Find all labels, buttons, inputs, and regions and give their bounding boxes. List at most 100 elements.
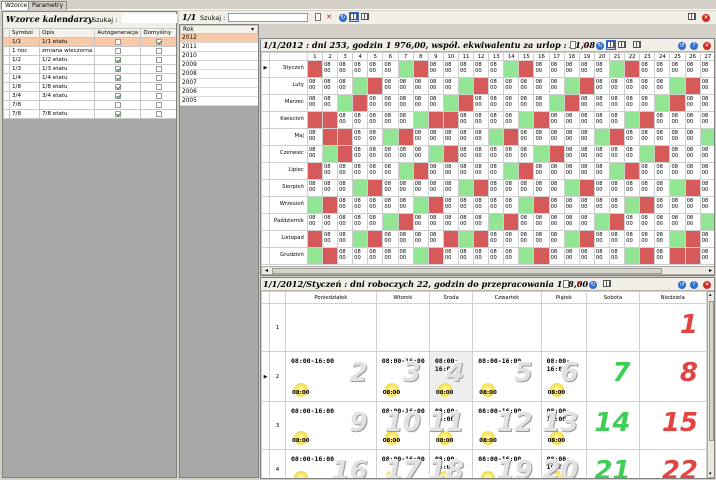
day-cell-saturday[interactable] <box>548 94 565 112</box>
yv-close-button[interactable]: ✕ <box>702 40 712 50</box>
day-cell-work[interactable]: 08 00 <box>654 60 671 78</box>
day-cell-work[interactable]: 08 00 <box>593 111 611 129</box>
day-cell-work[interactable]: 08 00 <box>624 128 641 146</box>
week-row[interactable]: 11 <box>261 303 707 352</box>
day-cell-saturday[interactable] <box>457 179 475 197</box>
year-item[interactable]: 2011 <box>180 43 258 52</box>
day-cell-work[interactable]: 08 00 <box>442 162 459 180</box>
day-cell-work[interactable]: 08 00 <box>367 196 384 214</box>
day-cell-sat[interactable]: 14 <box>586 401 640 450</box>
autogeneracja-checkbox[interactable] <box>114 65 121 72</box>
day-cell-work[interactable]: 08 00 <box>578 196 595 214</box>
day-cell-holiday[interactable] <box>412 162 429 180</box>
day-cell-work[interactable]: 08 00 <box>548 111 565 129</box>
day-cell-work[interactable]: 08 00 <box>382 145 399 163</box>
day-cell-work[interactable]: 08 00 <box>593 196 611 214</box>
month-row[interactable]: Lipiec 08 00 08 00 08 00 08 00 08 00 08 00 08 00 08 00 08… <box>261 162 714 180</box>
day-cell-work[interactable]: 08 00 <box>578 247 595 265</box>
domyslny-checkbox[interactable] <box>156 47 163 54</box>
autogeneracja-checkbox[interactable] <box>114 56 121 63</box>
day-cell-holiday[interactable] <box>669 94 686 112</box>
day-cell-saturday[interactable] <box>382 213 399 231</box>
day-cell-holiday[interactable] <box>321 247 339 265</box>
day-cell-saturday[interactable] <box>624 111 641 129</box>
day-cell-work[interactable]: 08 00 <box>306 128 323 146</box>
settings-button[interactable] <box>687 12 697 22</box>
day-cell-saturday[interactable] <box>533 145 550 163</box>
day-cell-work[interactable]: 08:00-16:00 08:00 10 <box>375 401 430 450</box>
day-cell-work[interactable]: 08 00 <box>533 162 550 180</box>
day-cell-work[interactable]: 08 00 <box>503 196 520 214</box>
day-cell-work[interactable]: 08 00 <box>442 247 459 265</box>
month-view-scrollbar[interactable]: ▴ ▾ <box>707 291 714 478</box>
day-cell-work[interactable]: 08 00 <box>321 94 339 112</box>
day-cell-holiday[interactable] <box>503 128 520 146</box>
day-cell-work[interactable]: 08 00 <box>548 230 565 248</box>
day-cell-work[interactable]: 08 00 <box>593 230 611 248</box>
template-row[interactable]: 1/1 1/1 etatu <box>3 37 176 47</box>
day-cell-saturday[interactable] <box>457 230 475 248</box>
day-cell-work[interactable]: 08 00 <box>397 179 414 197</box>
yv-refresh-button[interactable]: ↺ <box>677 40 687 50</box>
day-cell-saturday[interactable] <box>412 111 429 129</box>
day-cell-saturday[interactable] <box>352 77 369 95</box>
day-cell-saturday[interactable] <box>669 230 686 248</box>
day-cell-work[interactable]: 08 00 <box>397 94 414 112</box>
day-cell-work[interactable]: 08 00 <box>337 213 354 231</box>
day-cell-work[interactable]: 08:00-16:00 08:00 2 <box>285 351 377 402</box>
day-cell-work[interactable]: 08 00 <box>684 60 701 78</box>
domyslny-checkbox[interactable] <box>156 101 163 108</box>
day-cell-work[interactable]: 08 00 <box>488 60 505 78</box>
day-cell-work[interactable]: 08 00 <box>669 145 686 163</box>
day-cell-work[interactable]: 08 00 <box>548 196 565 214</box>
month-row[interactable]: Październik 08 00 08 00 08 00 08 00 08 00 08 00 08 00 0… <box>261 213 714 231</box>
day-cell-work[interactable]: 08 00 <box>337 60 354 78</box>
day-cell-holiday[interactable] <box>578 77 595 95</box>
day-cell-work[interactable]: 08 00 <box>306 213 323 231</box>
day-cell-work[interactable]: 08 00 <box>367 213 384 231</box>
day-cell-holiday[interactable] <box>563 94 580 112</box>
day-cell-work[interactable]: 08 00 <box>473 247 490 265</box>
year-item[interactable]: 2007 <box>180 79 258 88</box>
day-cell-work[interactable]: 08 00 <box>654 247 671 265</box>
day-cell-work[interactable]: 08 00 <box>382 179 399 197</box>
day-cell-holiday[interactable] <box>427 247 444 265</box>
day-cell-holiday[interactable] <box>624 60 641 78</box>
day-cell-sun[interactable]: 1 <box>638 303 707 352</box>
day-cell-work[interactable]: 08 00 <box>624 77 641 95</box>
day-cell-saturday[interactable] <box>321 145 339 163</box>
day-cell-holiday[interactable] <box>427 196 444 214</box>
day-cell-holiday[interactable] <box>321 128 339 146</box>
day-cell-work[interactable]: 08 00 <box>397 111 414 129</box>
day-cell-work[interactable]: 08 00 <box>533 213 550 231</box>
day-cell-work[interactable]: 08 00 <box>412 94 429 112</box>
day-cell-work[interactable]: 08 00 <box>488 247 505 265</box>
month-row[interactable]: Wrzesień 08 00 08 00 08 00 08 00 08 00 08 00 08 00 08 00… <box>261 196 714 214</box>
day-cell-holiday[interactable] <box>397 213 414 231</box>
day-cell-work[interactable]: 08 00 <box>639 213 656 231</box>
day-cell-work[interactable]: 08 00 <box>337 111 354 129</box>
day-cell-work[interactable]: 08:00-16:00 08:00 11 <box>428 401 474 450</box>
day-cell-work[interactable]: 08 00 <box>563 111 580 129</box>
day-cell-work[interactable]: 08 00 <box>533 230 550 248</box>
day-cell-sun[interactable]: 22 <box>638 449 707 478</box>
day-cell-holiday[interactable] <box>352 94 369 112</box>
day-cell-holiday[interactable] <box>578 179 595 197</box>
day-cell-saturday[interactable] <box>593 213 611 231</box>
day-cell-work[interactable]: 08 00 <box>442 196 459 214</box>
mv-delete-button[interactable]: ✕ <box>574 279 584 289</box>
day-cell-work[interactable]: 08 00 <box>503 94 520 112</box>
day-cell-work[interactable]: 08 00 <box>503 230 520 248</box>
template-row[interactable]: 1/3 1/3 etatu <box>3 64 176 74</box>
day-cell-work[interactable]: 08 00 <box>306 77 323 95</box>
domyslny-checkbox[interactable] <box>156 65 163 72</box>
autogeneracja-checkbox[interactable] <box>114 110 121 117</box>
day-cell-saturday[interactable] <box>442 94 459 112</box>
day-cell-work[interactable]: 08 00 <box>669 128 686 146</box>
day-cell-work[interactable]: 08 00 <box>503 247 520 265</box>
day-cell-holiday[interactable] <box>684 230 701 248</box>
day-cell-work[interactable]: 08 00 <box>488 111 505 129</box>
day-cell-saturday[interactable] <box>427 145 444 163</box>
day-cell-work[interactable]: 08 00 <box>473 94 490 112</box>
col-domyslny[interactable]: Domyślny <box>140 28 176 38</box>
